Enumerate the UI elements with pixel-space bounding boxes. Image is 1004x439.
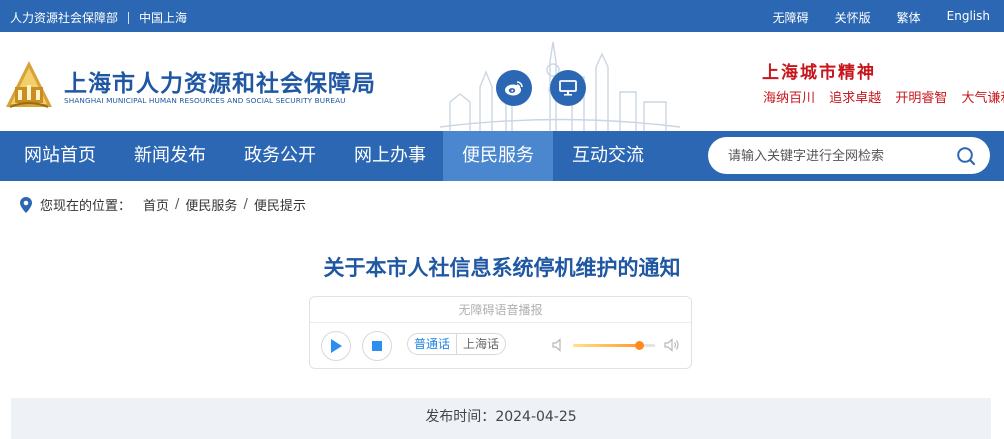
weibo-icon [505,81,523,96]
volume-knob[interactable] [634,341,644,350]
play-icon [331,339,342,353]
spirit-phrase: 大气谦和 [961,91,1004,106]
search-icon[interactable] [956,146,976,166]
volume-up-icon[interactable] [664,337,680,353]
language-mandarin[interactable]: 普通话 [408,334,456,354]
spirit-phrase: 开明睿智 [895,91,948,106]
spirit-phrase: 海纳百川 [763,91,816,106]
breadcrumb-notices[interactable]: 便民提示 [254,195,306,214]
player-caption: 无障碍语音播报 [310,297,691,323]
city-spirit-phrases: 海纳百川 追求卓越 开明睿智 大气谦和 [763,87,1004,106]
publish-label: 发布时间： [425,409,496,425]
site-header: 上海市人力资源和社会保障局 SHANGHAI MUNICIPAL HUMAN R… [0,32,1004,131]
top-bar: 人力资源社会保障部 中国上海 无障碍 关怀版 繁体 English [0,0,1004,32]
nav-item-interaction[interactable]: 互动交流 [556,131,660,181]
play-button[interactable] [321,331,351,361]
publish-info-bar: 发布时间：2024-04-25 [11,398,991,439]
volume-down-icon[interactable] [552,338,566,352]
traditional-chinese-link[interactable]: 繁体 [897,9,921,26]
breadcrumb-public-services[interactable]: 便民服务 [185,195,237,214]
nav-item-news[interactable]: 新闻发布 [118,131,222,181]
english-link[interactable]: English [947,9,990,26]
breadcrumb-home[interactable]: 首页 [143,195,169,214]
weibo-button[interactable] [496,70,532,106]
main-nav: 网站首页 新闻发布 政务公开 网上办事 便民服务 互动交流 [0,131,1004,181]
volume-level-fill [573,344,639,347]
breadcrumb-separator: / [243,197,248,212]
desktop-button[interactable] [550,70,586,106]
care-mode-link[interactable]: 关怀版 [835,9,871,26]
top-bar-left: 人力资源社会保障部 中国上海 [10,9,187,26]
search-input[interactable] [728,146,948,166]
nav-item-government-affairs[interactable]: 政务公开 [228,131,332,181]
site-subtitle: SHANGHAI MUNICIPAL HUMAN RESOURCES AND S… [64,96,346,105]
nav-item-online-services[interactable]: 网上办事 [338,131,442,181]
location-pin-icon [20,196,32,213]
nav-item-public-services[interactable]: 便民服务 [443,131,553,181]
article-title: 关于本市人社信息系统停机维护的通知 [323,256,681,280]
ministry-link[interactable]: 人力资源社会保障部 [10,9,118,26]
breadcrumb-label: 您现在的位置： [40,199,132,214]
site-search [708,137,990,174]
accessibility-link[interactable]: 无障碍 [773,9,809,26]
volume-slider[interactable] [573,341,655,350]
stop-icon [372,341,382,351]
site-title[interactable]: 上海市人力资源和社会保障局 [64,64,376,98]
region-link[interactable]: 中国上海 [139,9,187,26]
divider [128,11,130,24]
spirit-phrase: 追求卓越 [829,91,882,106]
stop-button[interactable] [362,331,392,361]
breadcrumb: 您现在的位置： 首页 / 便民服务 / 便民提示 [20,195,306,214]
language-shanghainese[interactable]: 上海话 [456,334,505,354]
nav-item-home[interactable]: 网站首页 [8,131,112,181]
publish-date: 2024-04-25 [495,409,577,425]
monitor-icon [559,80,577,96]
language-switch: 普通话 上海话 [407,333,507,355]
bureau-emblem-icon[interactable] [2,59,56,113]
city-spirit-title: 上海城市精神 [762,63,876,83]
audio-player: 无障碍语音播报 普通话 上海话 [309,296,692,369]
top-bar-right: 无障碍 关怀版 繁体 English [747,9,990,26]
breadcrumb-separator: / [175,197,180,212]
